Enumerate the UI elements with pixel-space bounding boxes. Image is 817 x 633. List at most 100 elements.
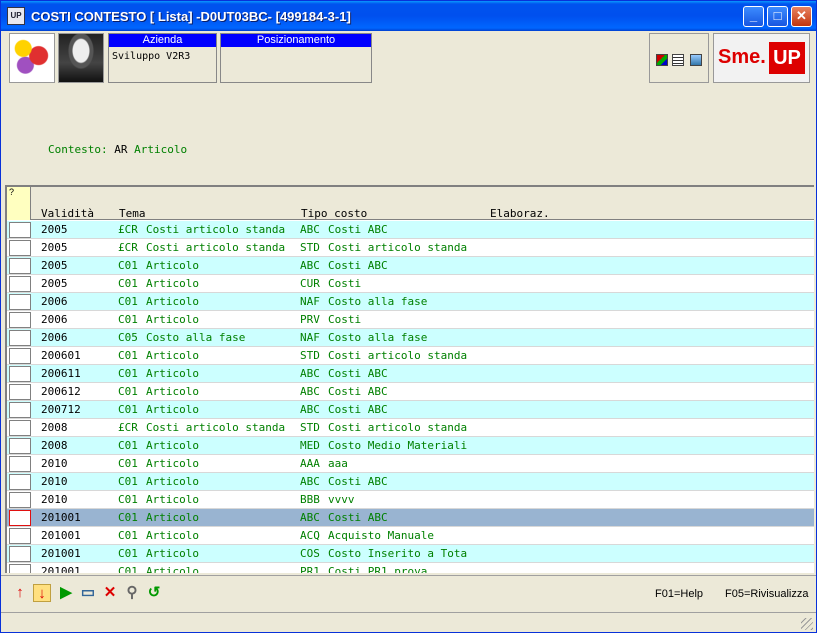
row-select-box[interactable] bbox=[9, 420, 31, 436]
table-row[interactable]: 200601 C01 Articolo STD Costi articolo stand… bbox=[7, 347, 814, 365]
table-row[interactable]: 201001 C01 Articolo ACQ Acquisto Manuale bbox=[7, 527, 814, 545]
user-avatar[interactable] bbox=[58, 33, 104, 83]
costs-list[interactable]: ? Validità Tema Tipo costo Elaboraz. 200… bbox=[5, 185, 814, 573]
cell-tipo-code: PRV bbox=[300, 313, 320, 326]
arrow-up-icon[interactable]: ↑ bbox=[11, 584, 29, 602]
row-select-box[interactable] bbox=[9, 510, 31, 526]
cell-tema: Costo alla fase bbox=[146, 331, 246, 344]
row-select-box[interactable] bbox=[9, 402, 31, 418]
row-select-box[interactable] bbox=[9, 330, 31, 346]
row-select-box[interactable] bbox=[9, 276, 31, 292]
row-select-box[interactable] bbox=[9, 348, 31, 364]
cell-tipo: Costi ABC bbox=[328, 223, 388, 236]
table-row[interactable]: 201001 C01 Articolo COS Costo Inserito a Tot… bbox=[7, 545, 814, 563]
row-select-box[interactable] bbox=[9, 258, 31, 274]
table-row[interactable]: 2008 C01 Articolo MED Costo Medio Materiali bbox=[7, 437, 814, 455]
table-row[interactable]: 2010 C01 Articolo BBB vvvv bbox=[7, 491, 814, 509]
cell-tipo: Costi articolo standa bbox=[328, 349, 468, 362]
cell-tema-code: C01 bbox=[118, 475, 138, 488]
table-row[interactable]: 2005 £CR Costi articolo standa STD Costi art… bbox=[7, 239, 814, 257]
window-icon[interactable]: ▭ bbox=[79, 584, 97, 602]
book-icon[interactable] bbox=[690, 54, 702, 66]
table-row[interactable]: 2006 C01 Articolo NAF Costo alla fase bbox=[7, 293, 814, 311]
cell-validita: 2010 bbox=[41, 493, 68, 506]
row-select-box[interactable] bbox=[9, 456, 31, 472]
posizionamento-label: Posizionamento bbox=[221, 34, 371, 47]
cell-validita: 2008 bbox=[41, 421, 68, 434]
row-select-box[interactable] bbox=[9, 384, 31, 400]
app-icon[interactable]: UP bbox=[7, 7, 25, 25]
cell-tipo: Acquisto Manuale bbox=[328, 529, 434, 542]
cell-tema-code: C01 bbox=[118, 349, 138, 362]
table-row[interactable]: 200712 C01 Articolo ABC Costi ABC bbox=[7, 401, 814, 419]
cell-tipo: Costi ABC bbox=[328, 511, 388, 524]
cell-tipo: Costi ABC bbox=[328, 403, 388, 416]
row-select-box[interactable] bbox=[9, 492, 31, 508]
table-row[interactable]: 2005 C01 Articolo CUR Costi bbox=[7, 275, 814, 293]
delete-icon[interactable]: ✕ bbox=[101, 584, 119, 602]
table-row[interactable]: 2005 C01 Articolo ABC Costi ABC bbox=[7, 257, 814, 275]
palette-icon[interactable] bbox=[656, 54, 668, 66]
cell-tema: Articolo bbox=[146, 511, 199, 524]
cell-tipo-code: NAF bbox=[300, 295, 320, 308]
table-row[interactable]: 2006 C01 Articolo PRV Costi bbox=[7, 311, 814, 329]
f05-refresh[interactable]: F05=Rivisualizza bbox=[725, 588, 808, 600]
title-bar[interactable]: UP COSTI CONTESTO [ Lista] -D0UT03BC- [4… bbox=[1, 1, 816, 31]
column-tema[interactable]: Tema bbox=[119, 207, 146, 220]
document-icon[interactable] bbox=[672, 54, 684, 66]
close-button[interactable]: ✕ bbox=[791, 6, 812, 27]
table-row[interactable]: 2010 C01 Articolo ABC Costi ABC bbox=[7, 473, 814, 491]
cell-tema-code: £CR bbox=[118, 223, 138, 236]
smeup-logo: Sme. UP bbox=[713, 33, 810, 83]
row-select-box[interactable] bbox=[9, 438, 31, 454]
f01-help[interactable]: F01=Help bbox=[655, 588, 703, 600]
cell-tipo-code: PR1 bbox=[300, 565, 320, 573]
minimize-button[interactable]: _ bbox=[743, 6, 764, 27]
cell-validita: 2005 bbox=[41, 241, 68, 254]
cell-tema-code: C01 bbox=[118, 403, 138, 416]
cell-tipo: Costi bbox=[328, 277, 362, 290]
cell-tipo-code: ABC bbox=[300, 259, 320, 272]
table-row[interactable]: 200612 C01 Articolo ABC Costi ABC bbox=[7, 383, 814, 401]
table-row[interactable]: 2008 £CR Costi articolo standa STD Costi art… bbox=[7, 419, 814, 437]
cell-tipo: Costo alla fase bbox=[328, 331, 428, 344]
cell-tipo: Costi articolo standa bbox=[328, 241, 468, 254]
row-select-box[interactable] bbox=[9, 528, 31, 544]
row-select-box[interactable] bbox=[9, 546, 31, 562]
cell-validita: 201001 bbox=[41, 565, 81, 573]
maximize-button[interactable]: □ bbox=[767, 6, 788, 27]
table-row[interactable]: 201001 C01 Articolo PR1 Costi PR1 prova bbox=[7, 563, 814, 573]
cell-validita: 200601 bbox=[41, 349, 81, 362]
cell-tipo-code: ABC bbox=[300, 385, 320, 398]
context-label: Contesto: bbox=[48, 143, 108, 156]
company-logo-icon[interactable] bbox=[9, 33, 55, 83]
cell-validita: 2005 bbox=[41, 277, 68, 290]
table-row[interactable]: 201001 C01 Articolo ABC Costi ABC bbox=[7, 509, 814, 527]
cell-tema: Articolo bbox=[146, 385, 199, 398]
search-icon[interactable]: ⚲ bbox=[123, 584, 141, 602]
table-row[interactable]: 2006 C05 Costo alla fase NAF Costo alla fase bbox=[7, 329, 814, 347]
play-icon[interactable]: ▶ bbox=[57, 584, 75, 602]
row-select-box[interactable] bbox=[9, 222, 31, 238]
cell-validita: 2010 bbox=[41, 457, 68, 470]
table-row[interactable]: 2005 £CR Costi articolo standa ABC Costi ABC bbox=[7, 221, 814, 239]
column-validita[interactable]: Validità bbox=[41, 207, 94, 220]
smeup-logo-text: Sme. bbox=[718, 46, 766, 68]
refresh-icon[interactable]: ↺ bbox=[145, 584, 163, 602]
row-select-box[interactable] bbox=[9, 294, 31, 310]
row-select-box[interactable] bbox=[9, 366, 31, 382]
table-row[interactable]: 200611 C01 Articolo ABC Costi ABC bbox=[7, 365, 814, 383]
row-select-box[interactable] bbox=[9, 312, 31, 328]
column-tipo-costo[interactable]: Tipo costo bbox=[301, 207, 367, 220]
column-elaboraz[interactable]: Elaboraz. bbox=[490, 207, 550, 220]
row-select-box[interactable] bbox=[9, 240, 31, 256]
help-marker[interactable]: ? bbox=[7, 187, 31, 220]
row-select-box[interactable] bbox=[9, 564, 31, 573]
table-row[interactable]: 2010 C01 Articolo AAA aaa bbox=[7, 455, 814, 473]
status-bar bbox=[1, 612, 816, 632]
resize-grip-icon[interactable] bbox=[801, 618, 813, 630]
row-select-box[interactable] bbox=[9, 474, 31, 490]
arrow-down-icon[interactable]: ↓ bbox=[33, 584, 51, 602]
cell-tema: Articolo bbox=[146, 367, 199, 380]
cell-tema-code: C01 bbox=[118, 277, 138, 290]
